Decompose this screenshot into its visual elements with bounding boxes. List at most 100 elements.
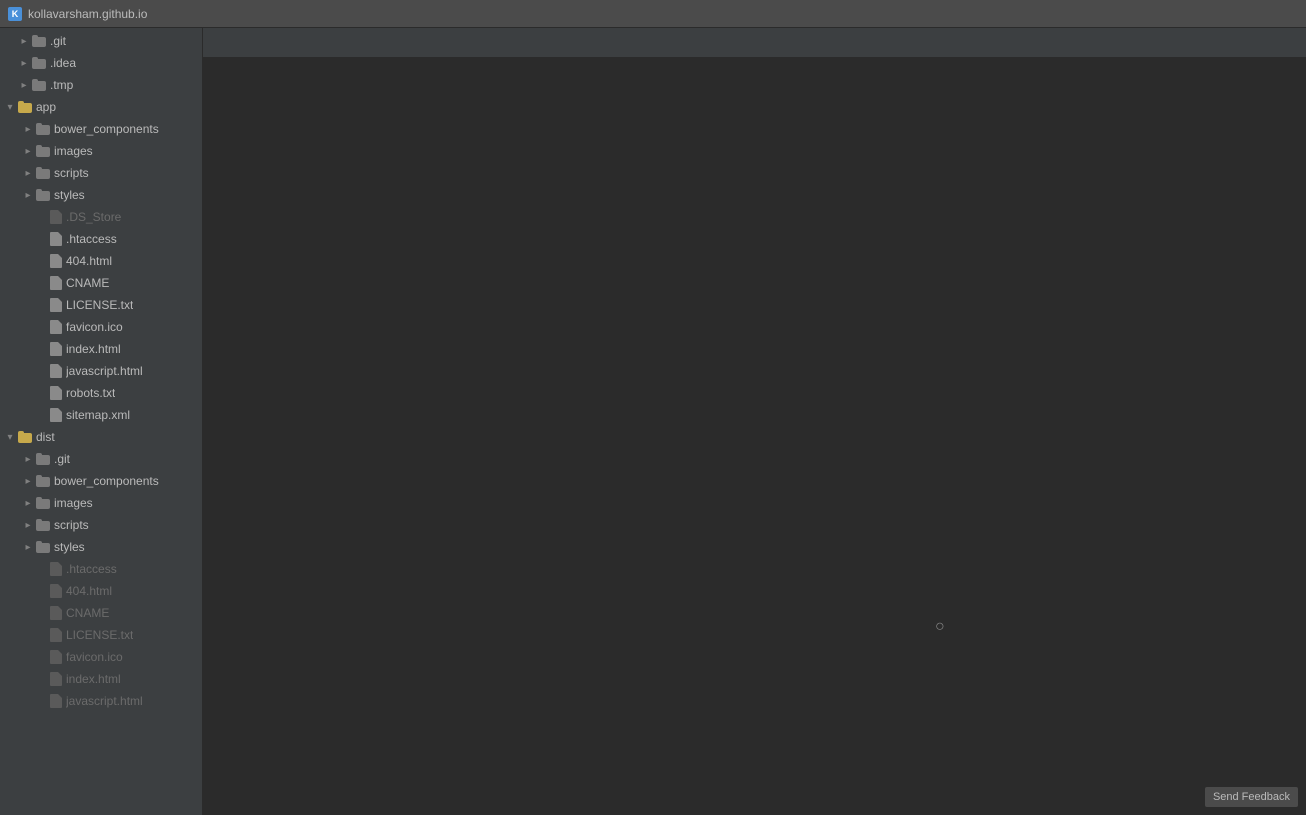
arrow-icon xyxy=(22,145,34,157)
file-icon xyxy=(50,276,62,290)
arrow-icon xyxy=(4,431,16,443)
item-label: LICENSE.txt xyxy=(66,628,133,642)
title-bar: K kollavarsham.github.io xyxy=(0,0,1306,28)
send-feedback-button[interactable]: Send Feedback xyxy=(1205,787,1298,807)
item-label: .DS_Store xyxy=(66,210,121,224)
list-item[interactable]: javascript.html xyxy=(0,360,202,382)
arrow-icon xyxy=(22,123,34,135)
item-label: bower_components xyxy=(54,474,159,488)
file-icon xyxy=(50,232,62,246)
list-item[interactable]: favicon.ico xyxy=(0,316,202,338)
item-label: sitemap.xml xyxy=(66,408,130,422)
main-layout: .git .idea .tmp app bower_components xyxy=(0,28,1306,815)
folder-icon xyxy=(32,57,46,69)
arrow-icon xyxy=(22,541,34,553)
list-item[interactable]: .htaccess xyxy=(0,558,202,580)
list-item[interactable]: app xyxy=(0,96,202,118)
folder-icon xyxy=(36,475,50,487)
list-item[interactable]: styles xyxy=(0,184,202,206)
title-bar-text: kollavarsham.github.io xyxy=(28,7,147,21)
arrow-icon xyxy=(4,101,16,113)
item-label: scripts xyxy=(54,518,89,532)
list-item[interactable]: favicon.ico xyxy=(0,646,202,668)
item-label: robots.txt xyxy=(66,386,115,400)
item-label: dist xyxy=(36,430,55,444)
arrow-icon xyxy=(22,497,34,509)
file-icon xyxy=(50,628,62,642)
list-item[interactable]: 404.html xyxy=(0,250,202,272)
item-label: CNAME xyxy=(66,606,109,620)
arrow-icon xyxy=(22,453,34,465)
list-item[interactable]: styles xyxy=(0,536,202,558)
item-label: 404.html xyxy=(66,584,112,598)
list-item[interactable]: javascript.html xyxy=(0,690,202,712)
item-label: CNAME xyxy=(66,276,109,290)
list-item[interactable]: .htaccess xyxy=(0,228,202,250)
folder-icon xyxy=(36,541,50,553)
list-item[interactable]: index.html xyxy=(0,668,202,690)
list-item[interactable]: .git xyxy=(0,448,202,470)
item-label: styles xyxy=(54,188,85,202)
list-item[interactable]: robots.txt xyxy=(0,382,202,404)
list-item[interactable]: .git xyxy=(0,30,202,52)
list-item[interactable]: images xyxy=(0,492,202,514)
list-item[interactable]: scripts xyxy=(0,514,202,536)
item-label: app xyxy=(36,100,56,114)
item-label: .tmp xyxy=(50,78,73,92)
file-icon xyxy=(50,254,62,268)
list-item[interactable]: CNAME xyxy=(0,602,202,624)
file-icon xyxy=(50,562,62,576)
file-icon xyxy=(50,694,62,708)
item-label: javascript.html xyxy=(66,364,143,378)
folder-icon xyxy=(36,453,50,465)
folder-icon xyxy=(18,431,32,443)
file-icon xyxy=(50,210,62,224)
file-tree: .git .idea .tmp app bower_components xyxy=(0,28,203,815)
file-icon xyxy=(50,672,62,686)
list-item[interactable]: index.html xyxy=(0,338,202,360)
list-item[interactable]: bower_components xyxy=(0,470,202,492)
list-item[interactable]: bower_components xyxy=(0,118,202,140)
file-icon xyxy=(50,650,62,664)
item-label: styles xyxy=(54,540,85,554)
item-label: javascript.html xyxy=(66,694,143,708)
list-item[interactable]: 404.html xyxy=(0,580,202,602)
arrow-icon xyxy=(22,189,34,201)
list-item[interactable]: dist xyxy=(0,426,202,448)
file-icon xyxy=(50,320,62,334)
item-label: bower_components xyxy=(54,122,159,136)
file-icon xyxy=(50,298,62,312)
item-label: images xyxy=(54,496,93,510)
file-icon xyxy=(50,606,62,620)
content-area: Send Feedback xyxy=(203,28,1306,815)
list-item[interactable]: LICENSE.txt xyxy=(0,624,202,646)
folder-icon xyxy=(32,35,46,47)
list-item[interactable]: sitemap.xml xyxy=(0,404,202,426)
arrow-icon xyxy=(22,167,34,179)
app-icon: K xyxy=(8,7,22,21)
folder-icon xyxy=(36,189,50,201)
list-item[interactable]: images xyxy=(0,140,202,162)
arrow-icon xyxy=(18,79,30,91)
folder-icon xyxy=(36,497,50,509)
arrow-icon xyxy=(22,475,34,487)
list-item[interactable]: scripts xyxy=(0,162,202,184)
cursor xyxy=(935,618,951,634)
folder-icon xyxy=(36,519,50,531)
list-item[interactable]: .DS_Store xyxy=(0,206,202,228)
list-item[interactable]: LICENSE.txt xyxy=(0,294,202,316)
arrow-icon xyxy=(18,57,30,69)
list-item[interactable]: .idea xyxy=(0,52,202,74)
item-label: scripts xyxy=(54,166,89,180)
folder-icon xyxy=(32,79,46,91)
item-label: .htaccess xyxy=(66,562,117,576)
file-icon xyxy=(50,584,62,598)
list-item[interactable]: .tmp xyxy=(0,74,202,96)
content-toolbar xyxy=(203,28,1306,58)
item-label: .git xyxy=(54,452,70,466)
list-item[interactable]: CNAME xyxy=(0,272,202,294)
item-label: index.html xyxy=(66,672,121,686)
folder-icon xyxy=(18,101,32,113)
item-label: images xyxy=(54,144,93,158)
file-icon xyxy=(50,342,62,356)
